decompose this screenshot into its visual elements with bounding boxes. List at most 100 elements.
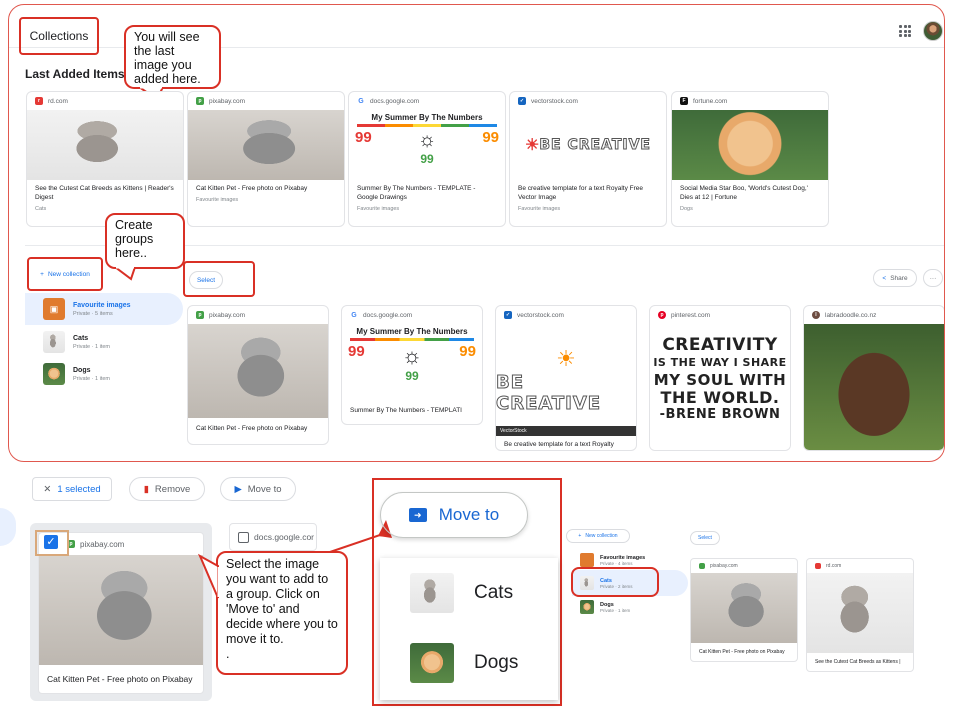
card-source: docs.google.com [370,97,420,105]
card-source: pixabay.com [80,539,125,549]
avatar[interactable] [923,21,943,41]
card-image [804,324,944,450]
pixabay-favicon-icon: p [196,97,204,105]
card-image [27,110,183,180]
more-icon: ··· [929,274,937,282]
summer-number: 99 [420,152,434,166]
creative-text: BE CREATIVE [496,372,602,415]
remove-button[interactable]: ▮ Remove [129,477,205,501]
last-added-card[interactable]: Gdocs.google.com My Summer By The Number… [348,91,506,227]
collection-card[interactable]: p pinterest.com CREATIVITY IS THE WAY I S… [649,305,791,451]
card-source: rd.com [48,97,68,105]
mini-select-button[interactable]: Select [690,531,720,545]
rd-favicon-icon [815,563,821,569]
bulb-icon: ☀ [525,137,540,154]
close-icon: ✕ [43,483,52,495]
new-collection-button[interactable]: + New collection [31,265,99,283]
vectorstock-favicon-icon: ✓ [518,97,526,105]
card-title: Cat Kitten Pet - Free photo on Pixabay [196,425,308,432]
card-source: pixabay.com [710,563,738,569]
button-label: Share [890,274,908,282]
share-button[interactable]: < Share [873,269,917,287]
summer-heading: My Summer By The Numbers [371,113,483,122]
card-source: pixabay.com [209,97,246,105]
menu-item-label: Cats [474,582,514,603]
collection-card[interactable]: Gdocs.google.com My Summer By The Number… [341,305,483,425]
apps-grid-icon[interactable] [899,25,911,37]
card-image: CREATIVITY IS THE WAY I SHARE MY SOUL WI… [650,324,790,450]
mini-card[interactable]: rd.com See the Cutest Cat Breeds as Kitt… [806,558,914,672]
sun-icon: ☼ [417,129,437,151]
mini-card[interactable]: pixabay.com Cat Kitten Pet - Free photo … [690,558,798,662]
collection-card[interactable]: l labradoodle.co.nz [803,305,944,451]
last-added-card[interactable]: ✓ vectorstock.com ☀ BE CREATIVE Be creati… [509,91,667,227]
card-collection: Favourite images [518,206,561,212]
move-to-button[interactable]: ▶ Move to [220,477,296,501]
card-title: Cat Kitten Pet - Free photo on Pixabay [196,185,308,192]
pinterest-favicon-icon: p [658,311,666,319]
quote-line: IS THE WAY I SHARE [653,356,787,369]
quote-line: MY SOUL WITH [653,371,787,389]
card-image [39,555,203,665]
last-added-card[interactable]: p pixabay.com Cat Kitten Pet - Free photo… [187,91,345,227]
last-added-card[interactable]: r rd.com See the Cutest Cat Breeds as Kit… [26,91,184,227]
sidebar-item-name: Favourite images [73,301,131,309]
callout-create-groups: Create groups here.. [105,213,185,269]
callout-tail [113,267,137,281]
button-label: Select [698,535,712,541]
card-title: Be creative template for a text Royalty [504,441,614,448]
sidebar-item-name: Cats [73,334,89,342]
mini-sidebar-item-dogs[interactable]: Dogs Private · 1 item [580,597,680,617]
zoom-move-to-button[interactable]: ➜ Move to [380,492,528,538]
collection-thumbnail [410,573,454,613]
card-title: Cat Kitten Pet - Free photo on Pixabay [47,674,193,684]
callout-text: Select the image you want to add to a gr… [226,557,338,646]
mini-highlight-box [571,567,659,597]
selected-count: 1 selected [57,483,101,495]
card-title: See the Cutest Cat Breeds as Kittens | [815,659,901,665]
card-collection: Favourite images [196,197,239,203]
collection-thumbnail [410,643,454,683]
card-title: Cat Kitten Pet - Free photo on Pixabay [699,649,785,655]
menu-item-dogs[interactable]: Dogs [380,628,558,698]
card-source: pinterest.com [671,311,711,319]
collection-card[interactable]: ✓ vectorstock.com ☀ BE CREATIVE VectorSto… [495,305,637,451]
sidebar-item-meta: Private · 1 item [600,607,631,613]
google-favicon-icon: G [351,311,357,319]
sidebar-item-favourite-images[interactable]: ▣ Favourite images Private · 5 items [25,293,183,325]
sidebar-item-meta: Private · 1 item [73,343,110,350]
menu-item-label: Dogs [474,652,519,673]
labradoodle-favicon-icon: l [812,311,820,319]
card-title: Summer By The Numbers - TEMPLATE - Googl… [357,185,476,201]
selected-card[interactable]: p pixabay.com Cat Kitten Pet - Free photo… [38,532,204,694]
callout-last-image: You will see the last image you added he… [124,25,221,89]
card-source: fortune.com [693,97,728,105]
callout-select-instructions: Select the image you want to add to a gr… [216,551,348,675]
menu-item-cats[interactable]: Cats [380,558,558,628]
next-card[interactable]: docs.google.cor [229,523,317,551]
mini-new-collection-button[interactable]: + New collection [566,529,630,543]
sidebar-edge [0,508,16,546]
select-button[interactable]: Select [189,271,223,289]
collection-card[interactable]: p pixabay.com Cat Kitten Pet - Free photo… [187,305,329,445]
more-options-button[interactable]: ··· [923,269,943,287]
card-image [807,573,913,653]
card-image: My Summer By The Numbers 99 ☼ 99 99 [349,110,505,180]
card-collection: Favourite images [357,206,400,212]
selected-count-chip[interactable]: ✕ 1 selected [32,477,112,501]
button-label: New collection [47,270,90,278]
sidebar-item-cats[interactable]: Cats Private · 1 item [25,327,183,357]
card-image: My Summer By The Numbers 99 ☼ 99 99 [342,324,482,400]
last-added-card[interactable]: Ffortune.com Social Media Star Boo, 'Wor… [671,91,829,227]
card-source: labradoodle.co.nz [825,311,877,319]
sidebar-item-dogs[interactable]: Dogs Private · 1 item [25,359,183,389]
quote-line: -BRENE BROWN [659,407,781,422]
checkbox-unchecked[interactable] [238,531,249,543]
card-title: Be creative template for a text Royalty … [518,185,643,201]
card-image: ☀ BE CREATIVE [510,110,666,180]
summer-number: 99 [405,369,419,383]
checkbox-checked[interactable]: ✓ [44,535,58,549]
collection-thumbnail [43,331,65,353]
sidebar-item-meta: Private · 1 item [73,375,110,382]
pixabay-favicon-icon [699,563,705,569]
